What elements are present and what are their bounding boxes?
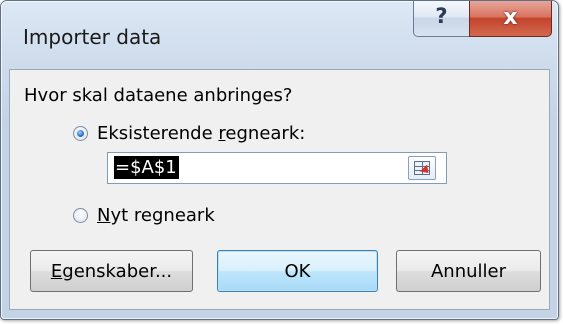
placement-question: Hvor skal dataene anbringes? [24,85,293,106]
new-sheet-label[interactable]: Nyt regneark [97,205,215,226]
title-bar[interactable]: Importer data ? x [1,1,558,69]
cancel-button[interactable]: Annuller [396,250,541,292]
close-icon: x [503,5,518,30]
help-button[interactable]: ? [413,1,470,37]
new-sheet-radio[interactable] [73,208,88,223]
existing-sheet-radio[interactable] [73,126,88,141]
dialog-window: Importer data ? x Hvor skal dataene anbr… [0,0,559,320]
existing-sheet-label[interactable]: Eksisterende regneark: [97,123,305,144]
properties-button[interactable]: Egenskaber... [30,250,193,292]
collapse-dialog-icon[interactable] [408,156,436,180]
existing-sheet-option[interactable]: Eksisterende regneark: [73,123,305,144]
ok-button[interactable]: OK [217,250,378,292]
cell-reference-input[interactable]: =$A$1 [107,152,447,184]
dialog-title: Importer data [23,25,162,49]
dialog-body: Hvor skal dataene anbringes? Eksisterend… [9,69,550,310]
close-button[interactable]: x [469,1,552,37]
cell-reference-value[interactable]: =$A$1 [114,156,179,179]
new-sheet-option[interactable]: Nyt regneark [73,205,215,226]
help-icon: ? [435,4,448,28]
